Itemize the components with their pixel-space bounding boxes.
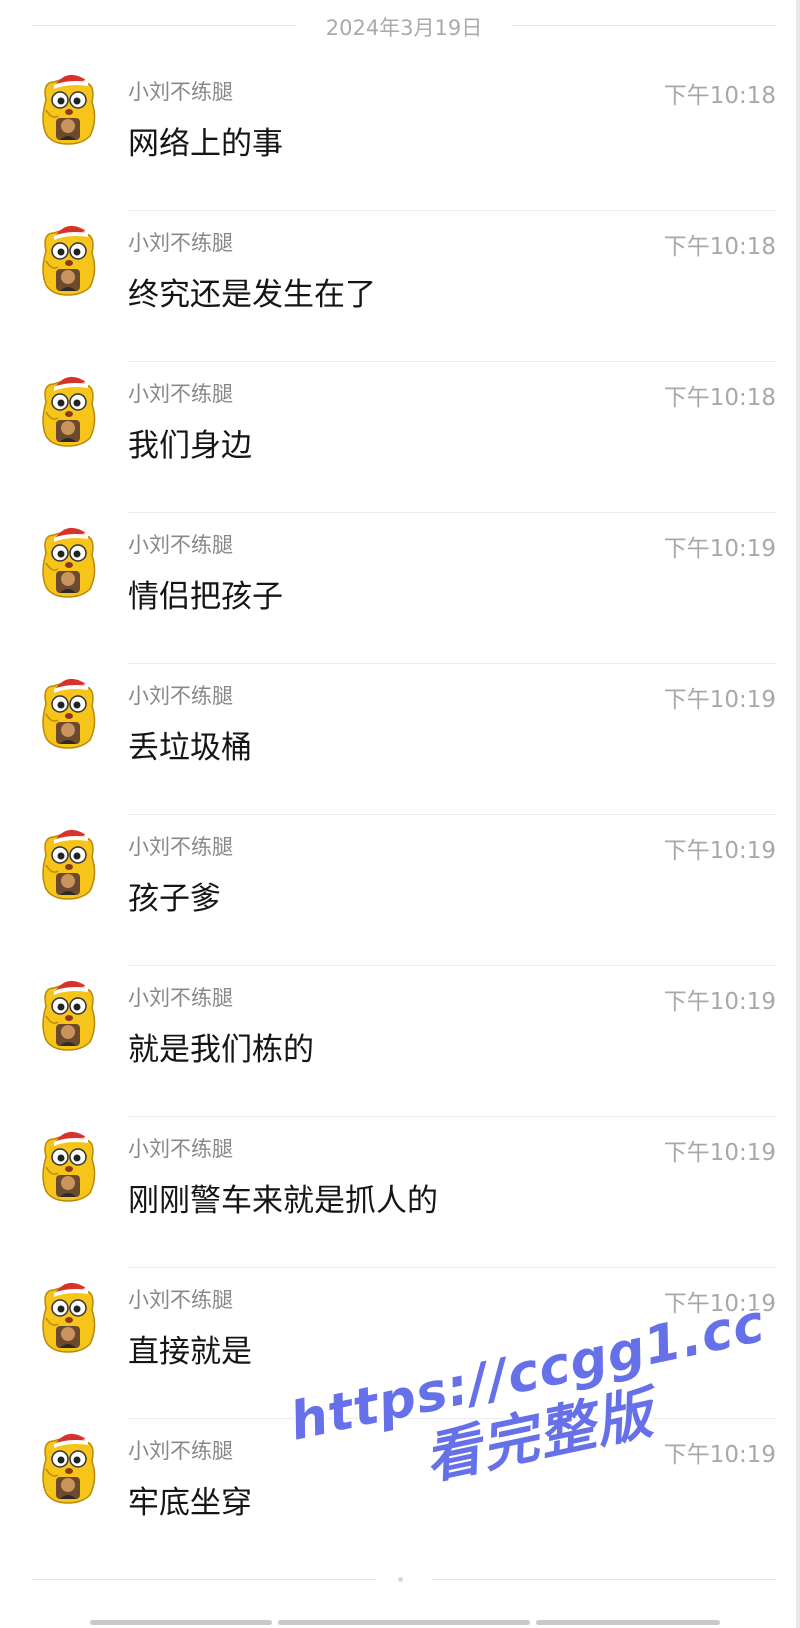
avatar[interactable] [38, 372, 100, 448]
message-text: 终究还是发生在了 [128, 277, 376, 313]
avatar[interactable] [38, 674, 100, 750]
date-label: 2024年3月19日 [325, 16, 483, 40]
avatar[interactable] [38, 825, 100, 901]
bottom-bar [278, 1620, 530, 1625]
message-text: 直接就是 [128, 1334, 252, 1370]
message-row[interactable]: 小刘不练腿 下午10:19 情侣把孩子 [0, 513, 800, 664]
message-row[interactable]: 小刘不练腿 下午10:18 网络上的事 [0, 60, 800, 211]
sender-name: 小刘不练腿 [128, 533, 233, 557]
sender-name: 小刘不练腿 [128, 382, 233, 406]
message-row[interactable]: 小刘不练腿 下午10:19 孩子爹 [0, 815, 800, 966]
avatar[interactable] [38, 221, 100, 297]
message-row[interactable]: 小刘不练腿 下午10:19 丢垃圾桶 [0, 664, 800, 815]
avatar[interactable] [38, 1127, 100, 1203]
message-time: 下午10:18 [663, 83, 776, 109]
bottom-bar [536, 1620, 720, 1625]
bottom-scroll-bars [90, 1620, 720, 1625]
footer-divider [32, 1574, 776, 1586]
sender-name: 小刘不练腿 [128, 1439, 233, 1463]
message-text: 网络上的事 [128, 126, 283, 162]
avatar[interactable] [38, 523, 100, 599]
message-time: 下午10:19 [663, 989, 776, 1015]
sender-name: 小刘不练腿 [128, 986, 233, 1010]
message-text: 丢垃圾桶 [128, 730, 252, 766]
avatar[interactable] [38, 1429, 100, 1505]
message-text: 情侣把孩子 [128, 579, 283, 615]
message-row[interactable]: 小刘不练腿 下午10:18 我们身边 [0, 362, 800, 513]
sender-name: 小刘不练腿 [128, 1137, 233, 1161]
sender-name: 小刘不练腿 [128, 80, 233, 104]
message-time: 下午10:19 [663, 687, 776, 713]
message-row[interactable]: 小刘不练腿 下午10:19 刚刚警车来就是抓人的 [0, 1117, 800, 1268]
avatar[interactable] [38, 1278, 100, 1354]
message-text: 孩子爹 [128, 881, 221, 917]
sender-name: 小刘不练腿 [128, 1288, 233, 1312]
message-time: 下午10:19 [663, 536, 776, 562]
divider-dot [398, 1577, 403, 1582]
avatar[interactable] [38, 976, 100, 1052]
sender-name: 小刘不练腿 [128, 835, 233, 859]
divider-line [432, 1579, 776, 1580]
message-time: 下午10:19 [663, 838, 776, 864]
message-time: 下午10:18 [663, 234, 776, 260]
message-row[interactable]: 小刘不练腿 下午10:19 就是我们栋的 [0, 966, 800, 1117]
message-row[interactable]: 小刘不练腿 下午10:18 终究还是发生在了 [0, 211, 800, 362]
message-text: 牢底坐穿 [128, 1485, 252, 1521]
message-time: 下午10:18 [663, 385, 776, 411]
date-divider: 2024年3月19日 [32, 8, 776, 44]
sender-name: 小刘不练腿 [128, 231, 233, 255]
sender-name: 小刘不练腿 [128, 684, 233, 708]
message-time: 下午10:19 [663, 1140, 776, 1166]
message-text: 我们身边 [128, 428, 252, 464]
bottom-bar [90, 1620, 272, 1625]
message-text: 刚刚警车来就是抓人的 [128, 1183, 438, 1219]
divider-line [512, 25, 776, 26]
avatar[interactable] [38, 70, 100, 146]
message-text: 就是我们栋的 [128, 1032, 314, 1068]
